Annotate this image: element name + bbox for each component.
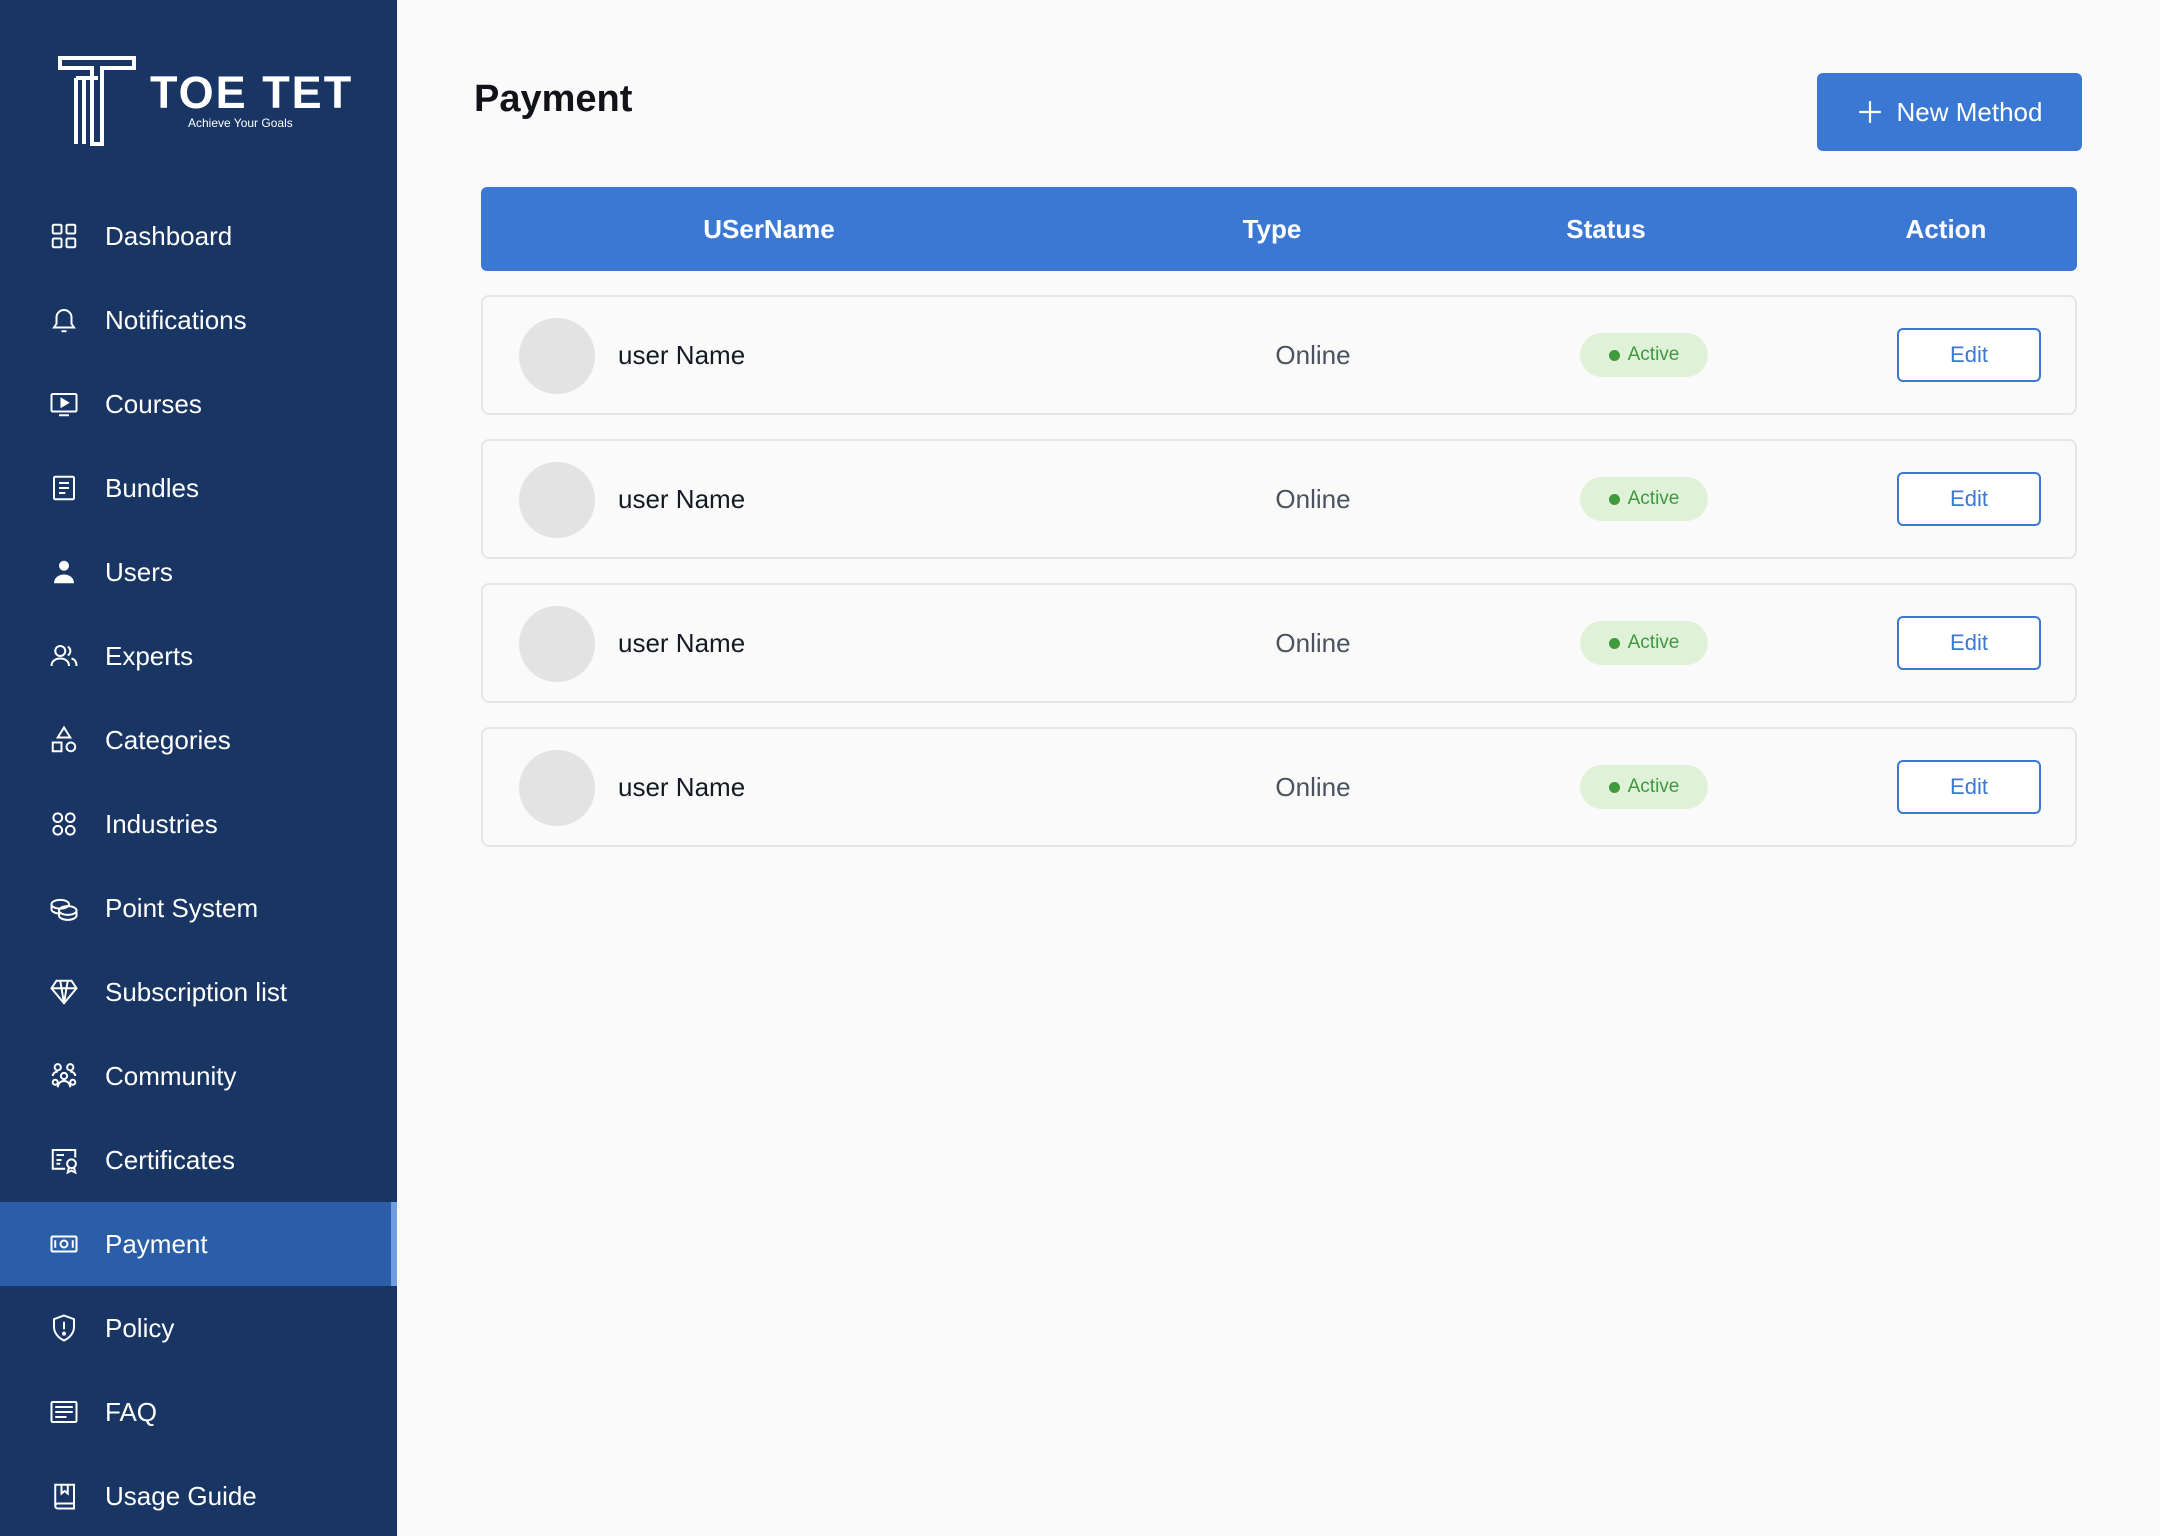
status-label: Active [1627,488,1680,509]
sidebar-item-label: Experts [105,640,194,671]
column-header-type: Type [1242,214,1302,244]
user-name: user Name [618,628,746,658]
sidebar-item-label: FAQ [105,1396,158,1427]
logo-t-mark-icon [58,56,136,146]
sidebar-item-label: Payment [105,1228,208,1259]
sidebar-item-label: Community [105,1060,237,1091]
sidebar-item-label: Policy [105,1312,175,1343]
table-row: user Name Online Active Edit [481,439,2077,559]
sidebar-item-label: Subscription list [105,976,288,1007]
payment-type: Online [1275,484,1351,514]
new-method-button[interactable]: New Method [1817,73,2082,151]
column-header-username: USerName [703,214,835,244]
sidebar-item-usage-guide[interactable]: Usage Guide [0,1454,397,1536]
brand-name: TOE TET [150,67,354,118]
table-row: user Name Online Active Edit [481,295,2077,415]
book-bookmark-icon [48,1480,80,1512]
sidebar-item-dashboard[interactable]: Dashboard [0,194,397,278]
edit-button[interactable]: Edit [1897,472,2041,526]
sidebar-item-industries[interactable]: Industries [0,782,397,866]
sidebar-item-experts[interactable]: Experts [0,614,397,698]
table-row: user Name Online Active Edit [481,583,2077,703]
sidebar: TOE TET Achieve Your Goals Dashboard Not… [0,0,397,1536]
bell-icon [48,304,80,336]
status-dot-icon [1608,349,1620,361]
plus-icon [1858,101,1881,123]
sidebar-item-label: Categories [105,724,231,755]
status-dot-icon [1608,637,1620,649]
dashboard-grid-icon [48,220,80,252]
status-label: Active [1627,632,1680,653]
document-list-icon [48,472,80,504]
sidebar-nav: Dashboard Notifications Courses Bundles [0,194,397,1536]
status-badge: Active [1580,621,1708,665]
community-icon [48,1060,80,1092]
avatar [519,606,595,682]
sidebar-item-subscription-list[interactable]: Subscription list [0,950,397,1034]
brand-tagline: Achieve Your Goals [188,116,293,130]
status-label: Active [1627,776,1680,797]
certificate-icon [48,1144,80,1176]
sidebar-item-faq[interactable]: FAQ [0,1370,397,1454]
brand-logo[interactable]: TOE TET Achieve Your Goals [58,56,358,146]
status-badge: Active [1580,477,1708,521]
user-name: user Name [618,484,746,514]
sidebar-item-policy[interactable]: Policy [0,1286,397,1370]
user-name: user Name [618,772,746,802]
sidebar-item-label: Courses [105,388,202,419]
table-row: user Name Online Active Edit [481,727,2077,847]
sidebar-item-certificates[interactable]: Certificates [0,1118,397,1202]
sidebar-item-label: Certificates [105,1144,236,1175]
user-name: user Name [618,340,746,370]
page-title: Payment [474,78,633,120]
users-outline-icon [48,640,80,672]
shield-icon [48,1312,80,1344]
avatar [519,750,595,826]
sidebar-item-users[interactable]: Users [0,530,397,614]
table-header: USerName Type Status Action [481,187,2077,271]
sidebar-item-label: Point System [105,892,259,923]
coins-icon [48,892,80,924]
avatar [519,318,595,394]
sidebar-item-label: Usage Guide [105,1480,257,1511]
status-dot-icon [1608,781,1620,793]
money-icon [48,1228,80,1260]
avatar [519,462,595,538]
sidebar-item-label: Users [105,556,173,587]
sidebar-item-community[interactable]: Community [0,1034,397,1118]
new-method-label: New Method [1896,96,2043,127]
sidebar-item-bundles[interactable]: Bundles [0,446,397,530]
column-header-status: Status [1566,214,1646,244]
user-icon [48,556,80,588]
shapes-icon [48,724,80,756]
diamond-icon [48,976,80,1008]
payment-type: Online [1275,628,1351,658]
sidebar-item-courses[interactable]: Courses [0,362,397,446]
status-badge: Active [1580,333,1708,377]
payment-type: Online [1275,340,1351,370]
edit-button[interactable]: Edit [1897,616,2041,670]
sidebar-item-payment[interactable]: Payment [0,1202,397,1286]
sidebar-item-point-system[interactable]: Point System [0,866,397,950]
sidebar-item-label: Bundles [105,472,199,503]
status-dot-icon [1608,493,1620,505]
sidebar-item-categories[interactable]: Categories [0,698,397,782]
sidebar-item-label: Notifications [105,304,247,335]
edit-button[interactable]: Edit [1897,760,2041,814]
play-screen-icon [48,388,80,420]
four-circles-icon [48,808,80,840]
status-badge: Active [1580,765,1708,809]
faq-list-icon [48,1396,80,1428]
column-header-action: Action [1905,214,1987,244]
edit-button[interactable]: Edit [1897,328,2041,382]
sidebar-item-notifications[interactable]: Notifications [0,278,397,362]
payment-type: Online [1275,772,1351,802]
sidebar-item-label: Dashboard [105,220,233,251]
status-label: Active [1627,344,1680,365]
sidebar-item-label: Industries [105,808,218,839]
